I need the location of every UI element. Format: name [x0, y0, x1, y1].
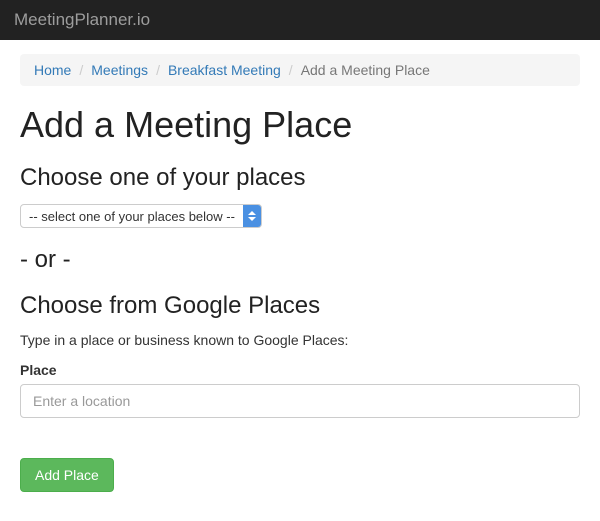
- breadcrumb-sep: /: [281, 62, 301, 78]
- or-divider: - or -: [20, 246, 580, 274]
- place-input[interactable]: [20, 384, 580, 418]
- place-label: Place: [20, 362, 580, 378]
- breadcrumb-home[interactable]: Home: [34, 62, 71, 78]
- section-choose-own: Choose one of your places: [20, 164, 580, 192]
- breadcrumb-active: Add a Meeting Place: [301, 62, 430, 78]
- breadcrumb-sep: /: [71, 62, 91, 78]
- page-title: Add a Meeting Place: [20, 104, 580, 146]
- brand[interactable]: MeetingPlanner.io: [14, 10, 150, 30]
- place-select-value: -- select one of your places below --: [21, 205, 243, 227]
- breadcrumb-breakfast-meeting[interactable]: Breakfast Meeting: [168, 62, 281, 78]
- chevron-updown-icon: [243, 205, 261, 227]
- section-google-places: Choose from Google Places: [20, 292, 580, 320]
- breadcrumb: Home / Meetings / Breakfast Meeting / Ad…: [20, 54, 580, 86]
- add-place-button[interactable]: Add Place: [20, 458, 114, 492]
- navbar: MeetingPlanner.io: [0, 0, 600, 40]
- main-container: Home / Meetings / Breakfast Meeting / Ad…: [0, 40, 600, 512]
- place-select[interactable]: -- select one of your places below --: [20, 204, 262, 228]
- google-help-text: Type in a place or business known to Goo…: [20, 332, 580, 348]
- breadcrumb-sep: /: [148, 62, 168, 78]
- breadcrumb-meetings[interactable]: Meetings: [91, 62, 148, 78]
